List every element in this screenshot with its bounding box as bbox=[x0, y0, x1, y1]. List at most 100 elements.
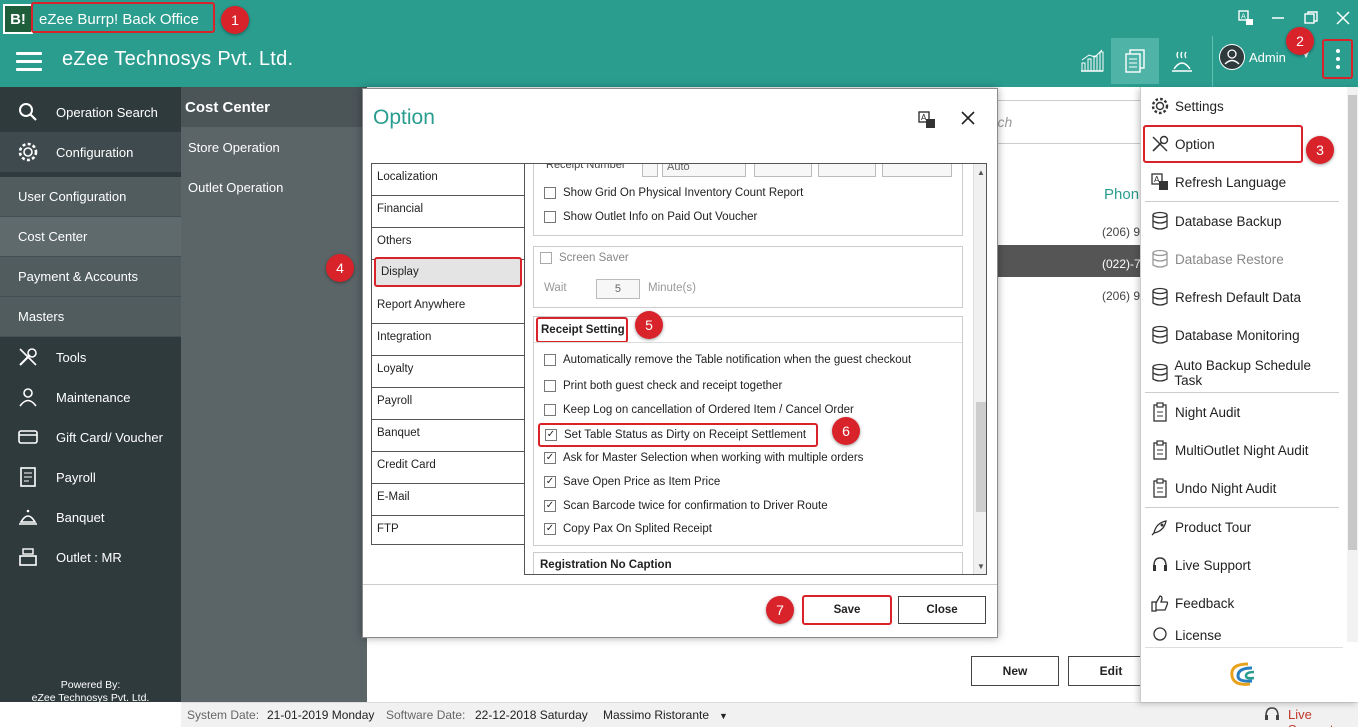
checkbox-print-both[interactable]: Print both guest check and receipt toget… bbox=[544, 380, 782, 392]
menu-item-feedback[interactable]: Feedback bbox=[1145, 585, 1339, 621]
hamburger-menu-icon[interactable] bbox=[16, 52, 42, 72]
menu-item-option[interactable]: Option bbox=[1143, 125, 1303, 163]
sidebar-item-tools[interactable]: Tools bbox=[0, 337, 181, 377]
checkbox[interactable] bbox=[544, 211, 556, 223]
menu-item-settings[interactable]: Settings bbox=[1145, 88, 1339, 124]
menu-item-multioutlet-night-audit[interactable]: MultiOutlet Night Audit bbox=[1145, 432, 1339, 468]
system-date-label: System Date: bbox=[187, 708, 260, 722]
sidebar-item-label: Configuration bbox=[56, 144, 134, 160]
checkbox-show-grid[interactable]: Show Grid On Physical Inventory Count Re… bbox=[544, 187, 803, 199]
menu-scrollbar-thumb[interactable] bbox=[1348, 95, 1357, 550]
support-icon[interactable] bbox=[1263, 706, 1281, 727]
chevron-up-icon[interactable]: ▲ bbox=[977, 168, 985, 177]
category-ftp[interactable]: FTP bbox=[372, 516, 524, 548]
chevron-down-icon[interactable]: ▼ bbox=[719, 711, 728, 721]
category-report-anywhere[interactable]: Report Anywhere bbox=[372, 292, 524, 324]
checkbox-set-table-dirty[interactable]: ✓ Set Table Status as Dirty on Receipt Se… bbox=[538, 423, 818, 447]
svg-text:A: A bbox=[1241, 13, 1246, 21]
translate-icon[interactable]: A bbox=[1235, 7, 1257, 29]
menu-item-undo-night-audit[interactable]: Undo Night Audit bbox=[1145, 470, 1339, 506]
checkbox-show-outlet-info[interactable]: Show Outlet Info on Paid Out Voucher bbox=[544, 211, 757, 223]
cost-center-panel: Cost Center Store Operation Outlet Opera… bbox=[181, 87, 367, 702]
store-operation-link[interactable]: Store Operation bbox=[188, 140, 280, 155]
menu-item-refresh-language[interactable]: A Refresh Language bbox=[1145, 164, 1339, 200]
outlet-selector[interactable]: Massimo Ristorante bbox=[603, 708, 709, 722]
receipt-number-field[interactable] bbox=[882, 164, 952, 177]
checkbox[interactable] bbox=[540, 252, 552, 264]
checkbox-ask-master-selection[interactable]: ✓ Ask for Master Selection when working w… bbox=[544, 452, 863, 464]
category-loyalty[interactable]: Loyalty bbox=[372, 356, 524, 388]
menu-item-database-monitoring[interactable]: Database Monitoring bbox=[1145, 317, 1339, 353]
checkbox-copy-pax[interactable]: ✓ Copy Pax On Splited Receipt bbox=[544, 523, 712, 535]
menu-item-auto-backup[interactable]: Auto Backup Schedule Task bbox=[1145, 355, 1339, 391]
outlet-operation-link[interactable]: Outlet Operation bbox=[188, 180, 283, 195]
menu-item-database-restore[interactable]: Database Restore bbox=[1145, 241, 1339, 277]
sidebar-item-payroll[interactable]: Payroll bbox=[0, 457, 181, 497]
settings-scrollbar[interactable]: ▲ ▼ bbox=[973, 164, 986, 574]
schedule-icon bbox=[1145, 363, 1174, 383]
more-options-button[interactable] bbox=[1322, 39, 1353, 79]
category-display[interactable]: Display bbox=[374, 257, 522, 287]
reports-chart-icon[interactable] bbox=[1068, 38, 1116, 84]
checkbox[interactable]: ✓ bbox=[545, 429, 557, 441]
receipt-number-field[interactable] bbox=[818, 164, 876, 177]
menu-item-database-backup[interactable]: Database Backup bbox=[1145, 203, 1339, 239]
checkbox-screen-saver[interactable]: Screen Saver bbox=[540, 252, 629, 264]
sidebar-item-user-configuration[interactable]: User Configuration bbox=[0, 177, 181, 217]
sidebar-item-operation-search[interactable]: Operation Search bbox=[0, 92, 181, 132]
wait-minutes-stepper[interactable]: 5 bbox=[596, 279, 640, 299]
translate-icon[interactable]: A bbox=[918, 111, 936, 132]
kitchen-icon[interactable] bbox=[1158, 38, 1206, 84]
close-button[interactable]: Close bbox=[898, 596, 986, 624]
registration-group: Registration No Caption bbox=[533, 552, 963, 574]
receipt-number-input[interactable]: Auto bbox=[662, 164, 746, 177]
chevron-down-icon[interactable]: ▼ bbox=[977, 562, 985, 571]
minimize-icon[interactable] bbox=[1267, 7, 1289, 29]
save-button[interactable]: Save bbox=[802, 595, 892, 625]
menu-item-night-audit[interactable]: Night Audit bbox=[1145, 394, 1339, 430]
category-financial[interactable]: Financial bbox=[372, 196, 524, 228]
sidebar-item-gift-card[interactable]: Gift Card/ Voucher bbox=[0, 417, 181, 457]
category-banquet[interactable]: Banquet bbox=[372, 420, 524, 452]
sidebar-item-outlet[interactable]: Outlet : MR bbox=[0, 537, 181, 577]
live-support-link[interactable]: Live Support bbox=[1288, 707, 1358, 727]
menu-item-license[interactable]: License bbox=[1145, 623, 1339, 643]
sidebar-item-banquet[interactable]: Banquet bbox=[0, 497, 181, 537]
category-credit-card[interactable]: Credit Card bbox=[372, 452, 524, 484]
settings-scrollbar-thumb[interactable] bbox=[976, 402, 986, 512]
category-email[interactable]: E-Mail bbox=[372, 484, 524, 516]
checkbox[interactable] bbox=[544, 187, 556, 199]
checkbox[interactable] bbox=[544, 404, 556, 416]
category-integration[interactable]: Integration bbox=[372, 324, 524, 356]
category-others[interactable]: Others bbox=[372, 228, 524, 260]
menu-item-product-tour[interactable]: Product Tour bbox=[1145, 509, 1339, 545]
sidebar-item-masters[interactable]: Masters bbox=[0, 297, 181, 337]
receipt-number-picker[interactable] bbox=[642, 164, 658, 177]
search-input[interactable]: arch bbox=[980, 100, 1140, 144]
sidebar-item-payment-accounts[interactable]: Payment & Accounts bbox=[0, 257, 181, 297]
close-icon[interactable] bbox=[1332, 7, 1354, 29]
category-payroll[interactable]: Payroll bbox=[372, 388, 524, 420]
restore-icon[interactable] bbox=[1300, 7, 1322, 29]
menu-item-live-support[interactable]: Live Support bbox=[1145, 547, 1339, 583]
documents-icon[interactable] bbox=[1111, 38, 1159, 84]
checkbox[interactable] bbox=[544, 354, 556, 366]
category-localization[interactable]: Localization bbox=[372, 164, 524, 196]
new-button[interactable]: New bbox=[971, 656, 1059, 686]
sidebar-item-configuration[interactable]: Configuration bbox=[0, 132, 181, 172]
menu-scrollbar[interactable] bbox=[1347, 87, 1358, 642]
checkbox-auto-remove-notification[interactable]: Automatically remove the Table notificat… bbox=[544, 354, 911, 366]
checkbox[interactable]: ✓ bbox=[544, 523, 556, 535]
receipt-number-field[interactable] bbox=[754, 164, 812, 177]
checkbox[interactable]: ✓ bbox=[544, 476, 556, 488]
menu-item-refresh-default-data[interactable]: Refresh Default Data bbox=[1145, 279, 1339, 315]
checkbox[interactable]: ✓ bbox=[544, 452, 556, 464]
sidebar-item-maintenance[interactable]: Maintenance bbox=[0, 377, 181, 417]
checkbox-keep-log[interactable]: Keep Log on cancellation of Ordered Item… bbox=[544, 404, 854, 416]
sidebar-item-cost-center[interactable]: Cost Center bbox=[0, 217, 181, 257]
close-icon[interactable] bbox=[960, 109, 976, 132]
checkbox[interactable] bbox=[544, 380, 556, 392]
checkbox-save-open-price[interactable]: ✓ Save Open Price as Item Price bbox=[544, 476, 720, 488]
checkbox-scan-barcode-twice[interactable]: ✓ Scan Barcode twice for confirmation to … bbox=[544, 500, 828, 512]
checkbox[interactable]: ✓ bbox=[544, 500, 556, 512]
